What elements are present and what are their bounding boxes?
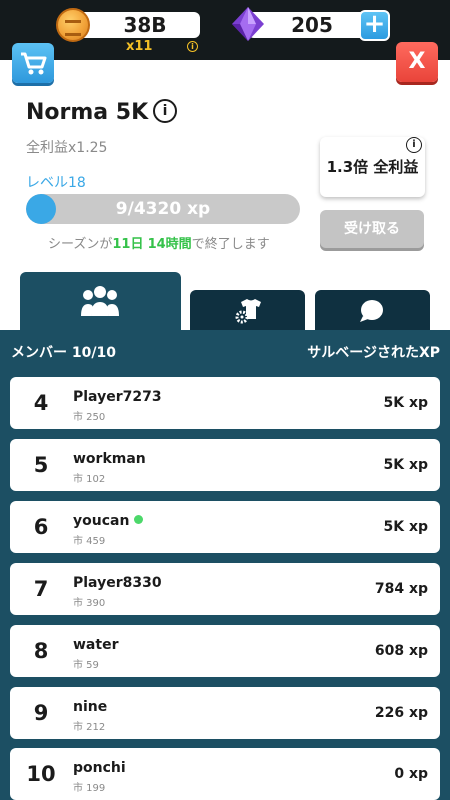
multiplier-info-icon[interactable]: i — [187, 41, 198, 52]
xp-progress-text: 9/4320 xp — [115, 199, 211, 219]
member-rank: 8 — [33, 639, 49, 663]
member-rank: 4 — [33, 391, 49, 415]
gem-value: 205 — [291, 13, 333, 37]
member-row[interactable]: 10 ponchi 市 199 0 xp — [10, 748, 440, 800]
member-name: ponchi — [73, 760, 126, 776]
member-city: 市 212 — [73, 722, 106, 733]
members-icon — [81, 286, 119, 316]
member-rank: 5 — [33, 453, 49, 477]
bonus-label: 1.3倍 全利益 — [326, 158, 419, 176]
member-city: 市 390 — [73, 598, 106, 609]
tab-outfit-settings[interactable] — [190, 290, 305, 332]
member-row[interactable]: 9 nine 市 212 226 xp — [10, 687, 440, 739]
gem-icon — [232, 7, 264, 41]
claim-button[interactable]: 受け取る — [320, 210, 424, 248]
member-row[interactable]: 7 Player8330 市 390 784 xp — [10, 563, 440, 615]
member-row[interactable]: 8 water 市 59 608 xp — [10, 625, 440, 677]
member-name: nine — [73, 699, 108, 715]
coin-multiplier: x11 — [126, 39, 153, 54]
member-row[interactable]: 4 Player7273 市 250 5K xp — [10, 377, 440, 429]
member-city: 市 102 — [73, 474, 106, 485]
member-name: youcan — [73, 513, 144, 529]
coin-value: 38B — [123, 13, 167, 37]
buy-gems-button[interactable]: + — [359, 10, 390, 41]
club-level: レベル18 — [26, 175, 86, 191]
member-name: workman — [73, 451, 146, 467]
member-row[interactable]: 5 workman 市 102 5K xp — [10, 439, 440, 491]
season-suffix: で終了します — [191, 237, 270, 252]
chat-bubble-icon — [360, 300, 383, 322]
member-xp: 608 xp — [374, 643, 428, 659]
season-prefix: シーズンが — [48, 237, 113, 252]
season-days: 11日 — [112, 237, 144, 252]
xp-progress-bar: 9/4320 xp — [26, 194, 300, 224]
season-hours: 14時間 — [147, 237, 192, 252]
profit-bonus-card: 1.3倍 全利益 i — [320, 137, 425, 197]
coin-icon — [56, 8, 90, 42]
member-row[interactable]: 6 youcan 市 459 5K xp — [10, 501, 440, 553]
member-xp: 5K xp — [383, 457, 428, 473]
member-rank: 10 — [26, 762, 56, 786]
bonus-info-icon[interactable]: i — [406, 137, 422, 153]
season-timer: シーズンが11日 14時間で終了します — [48, 233, 270, 252]
cart-icon — [21, 52, 47, 75]
member-xp: 5K xp — [383, 519, 428, 535]
tab-chat[interactable] — [315, 290, 430, 332]
member-name: Player7273 — [73, 389, 162, 405]
online-status-dot — [134, 515, 144, 524]
close-button[interactable]: X — [396, 42, 438, 82]
club-name: Norma 5K — [26, 100, 149, 125]
member-city: 市 59 — [73, 660, 99, 671]
member-xp: 784 xp — [374, 581, 428, 597]
member-name: Player8330 — [73, 575, 162, 591]
member-xp: 226 xp — [374, 705, 428, 721]
member-rank: 9 — [33, 701, 49, 725]
tab-members[interactable] — [20, 272, 181, 332]
member-rank: 6 — [33, 515, 49, 539]
club-info-icon[interactable]: i — [153, 99, 177, 123]
shirt-gear-icon — [235, 299, 261, 324]
member-xp: 5K xp — [383, 395, 428, 411]
salvaged-xp-header: サルベージされたXP — [307, 345, 440, 361]
profit-bonus: 全利益x1.25 — [26, 140, 108, 156]
member-count: メンバー 10/10 — [11, 345, 116, 361]
member-city: 市 250 — [73, 412, 106, 423]
member-xp: 0 xp — [394, 766, 428, 782]
member-city: 市 199 — [73, 783, 106, 794]
member-city: 市 459 — [73, 536, 106, 547]
member-name: water — [73, 637, 119, 653]
shop-button[interactable] — [12, 43, 54, 83]
member-rank: 7 — [33, 577, 49, 601]
